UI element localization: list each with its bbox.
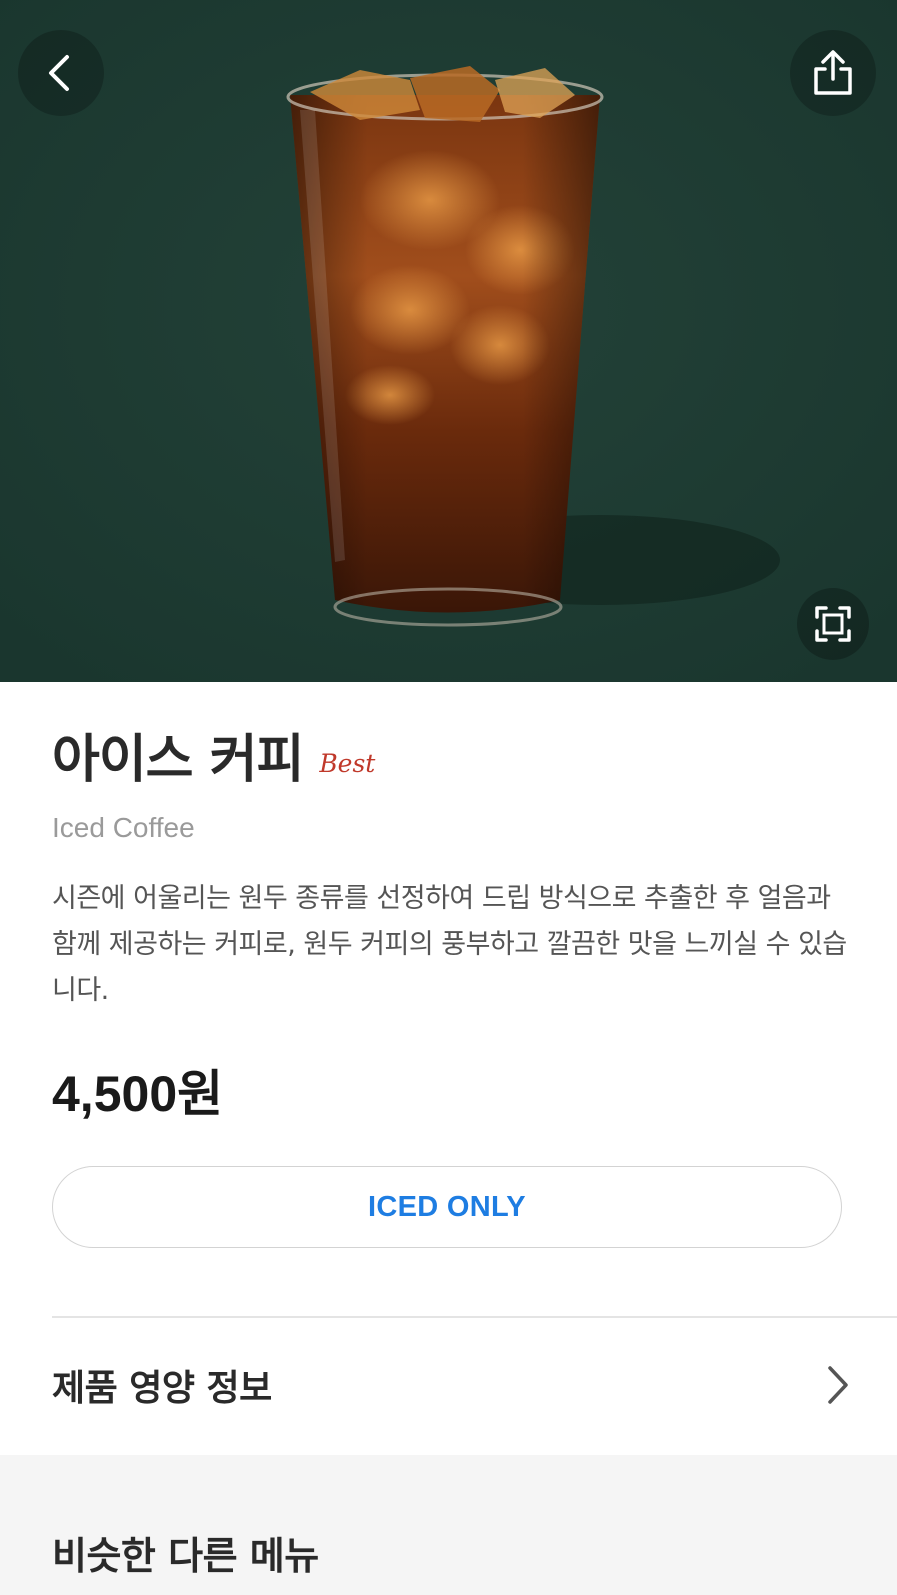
- chevron-right-icon: [828, 1366, 848, 1404]
- chevron-left-icon: [49, 55, 69, 91]
- product-hero: [0, 0, 897, 682]
- product-title-row: 아이스 커피 Best: [52, 728, 375, 792]
- product-english-name: Iced Coffee: [52, 812, 195, 843]
- product-image: [0, 0, 897, 682]
- product-price: 4,500원: [52, 1066, 224, 1122]
- best-badge: Best: [319, 749, 376, 778]
- temperature-label: ICED ONLY: [368, 1190, 526, 1223]
- share-icon: [814, 50, 852, 95]
- zoom-button[interactable]: [797, 588, 869, 660]
- back-button[interactable]: [18, 30, 104, 116]
- nutrition-info-label: 제품 영양 정보: [52, 1368, 272, 1409]
- expand-icon: [815, 606, 851, 642]
- divider: [52, 1316, 897, 1318]
- nutrition-info-row[interactable]: 제품 영양 정보: [52, 1330, 852, 1440]
- product-description: 시즌에 어울리는 원두 종류를 선정하여 드립 방식으로 추출한 후 얼음과 함…: [52, 883, 847, 1006]
- share-button[interactable]: [790, 30, 876, 116]
- temperature-option[interactable]: ICED ONLY: [52, 1166, 842, 1248]
- similar-menu-title: 비슷한 다른 메뉴: [52, 1534, 319, 1578]
- product-name: 아이스 커피: [52, 730, 304, 790]
- similar-menu-section: 비슷한 다른 메뉴: [0, 1455, 897, 1595]
